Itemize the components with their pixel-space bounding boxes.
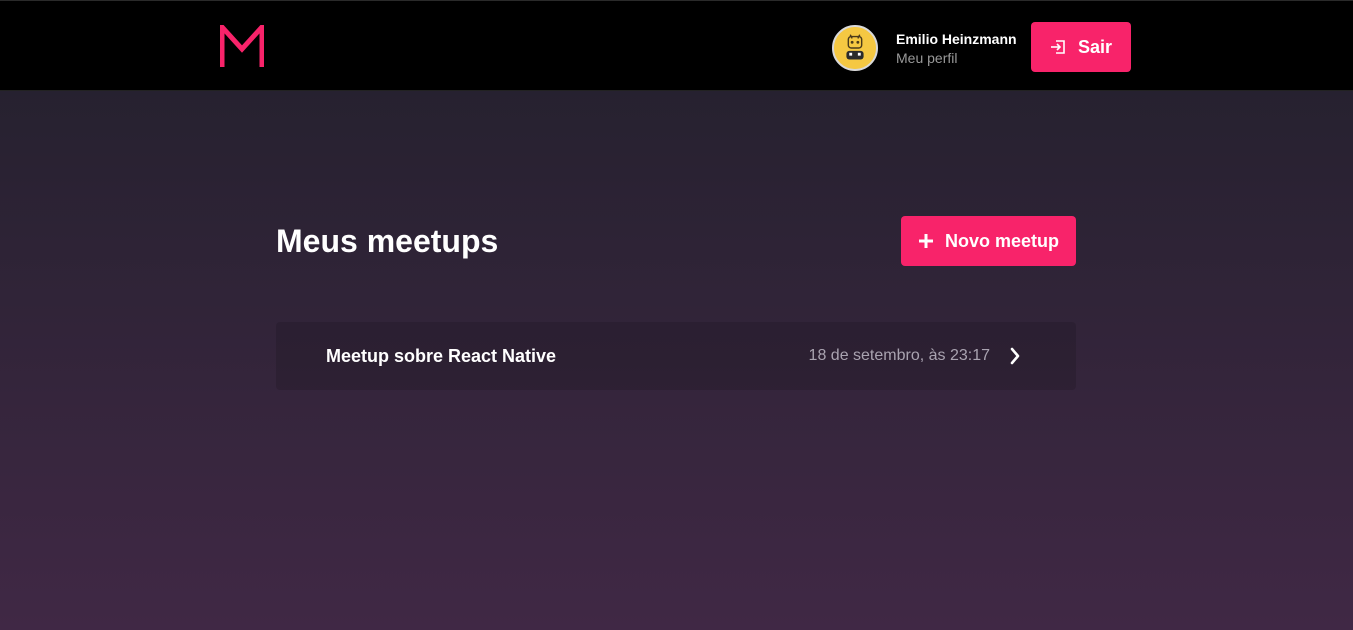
user-name: Emilio Heinzmann <box>896 30 1017 47</box>
logout-icon <box>1050 39 1066 55</box>
new-meetup-label: Novo meetup <box>944 230 1059 251</box>
meetapp-logo-icon[interactable] <box>219 20 265 67</box>
title-row: Meus meetups Novo meetup <box>276 216 1076 266</box>
meetup-date: 18 de setembro, às 23:17 <box>808 347 990 364</box>
user-profile: Emilio Heinzmann Meu perfil <box>832 25 1017 71</box>
chevron-right-icon[interactable] <box>1008 347 1022 365</box>
meetup-list: Meetup sobre React Native 18 de setembro… <box>276 322 1076 390</box>
plus-icon <box>918 233 934 249</box>
my-profile-link[interactable]: Meu perfil <box>896 49 1017 67</box>
logout-button[interactable]: Sair <box>1031 22 1131 72</box>
page-title: Meus meetups <box>276 222 499 259</box>
meetup-meta: 18 de setembro, às 23:17 <box>809 347 1022 365</box>
profile-info: Emilio Heinzmann Meu perfil <box>896 30 1017 67</box>
top-header: Emilio Heinzmann Meu perfil Sair <box>0 0 1353 91</box>
list-item[interactable]: Meetup sobre React Native 18 de setembro… <box>276 322 1076 390</box>
logout-label: Sair <box>1077 36 1113 57</box>
avatar-face-icon[interactable] <box>832 25 878 71</box>
new-meetup-button[interactable]: Novo meetup <box>901 216 1076 266</box>
meetup-title: Meetup sobre React Native <box>326 345 557 366</box>
main-content: Meus meetups Novo meetup Meetup sobre Re… <box>276 216 1076 390</box>
